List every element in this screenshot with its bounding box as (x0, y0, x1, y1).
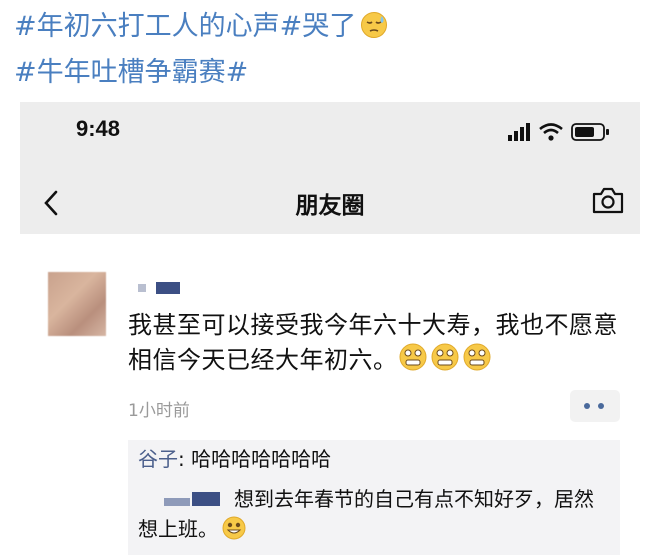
signal-icon (508, 123, 530, 141)
post-text-content: 我甚至可以接受我今年六十大寿，我也不愿意相信今天已经大年初六。 (128, 311, 618, 374)
wifi-icon (539, 123, 563, 141)
avatar[interactable] (48, 272, 106, 336)
camera-icon[interactable] (590, 186, 626, 216)
status-icons (506, 120, 626, 144)
comment-item[interactable]: 谷子: 哈哈哈哈哈哈哈 (138, 444, 331, 474)
grimace-emoji-group (398, 342, 494, 381)
dot-icon (584, 403, 590, 409)
username-redacted[interactable] (138, 280, 186, 296)
redacted-block (138, 284, 146, 292)
hashtag-line-2[interactable]: #牛年吐槽争霸赛# (14, 52, 654, 94)
grimace-emoji-icon (431, 343, 458, 371)
hashtag-line-1[interactable]: #年初六打工人的心声#哭了 (14, 6, 654, 52)
comment-separator: : (178, 447, 192, 471)
post-timestamp: 1小时前 (128, 401, 190, 421)
dot-icon (598, 403, 604, 409)
grimace-emoji-icon (399, 343, 426, 371)
page-title: 朋友圈 (295, 193, 365, 219)
redacted-author[interactable] (164, 486, 220, 506)
redacted-block (156, 282, 180, 294)
grin-emoji-icon (222, 516, 246, 548)
phone-screenshot: 9:48 朋友圈 我甚至可以接受我今年六十大寿，我也不愿意相信今天已经大年初六。… (20, 102, 640, 555)
battery-icon (571, 123, 609, 141)
post-text: 我甚至可以接受我今年六十大寿，我也不愿意相信今天已经大年初六。 (128, 308, 628, 381)
hashtag-header: #年初六打工人的心声#哭了 #牛年吐槽争霸赛# (14, 6, 654, 94)
comments-panel: 谷子: 哈哈哈哈哈哈哈 想到去年春节的自己有点不知好歹，居然想上班。 (128, 440, 620, 555)
sweat-face-emoji-icon (360, 10, 388, 52)
comment-item[interactable]: 想到去年春节的自己有点不知好歹，居然想上班。 (138, 484, 608, 548)
status-time: 9:48 (76, 116, 121, 141)
more-options-button[interactable] (570, 390, 620, 422)
hashtag-line-1-text[interactable]: #年初六打工人的心声#哭了 (14, 11, 356, 42)
comment-text: 哈哈哈哈哈哈哈 (191, 447, 332, 471)
grimace-emoji-icon (463, 343, 490, 371)
comment-author[interactable]: 谷子 (138, 447, 178, 471)
